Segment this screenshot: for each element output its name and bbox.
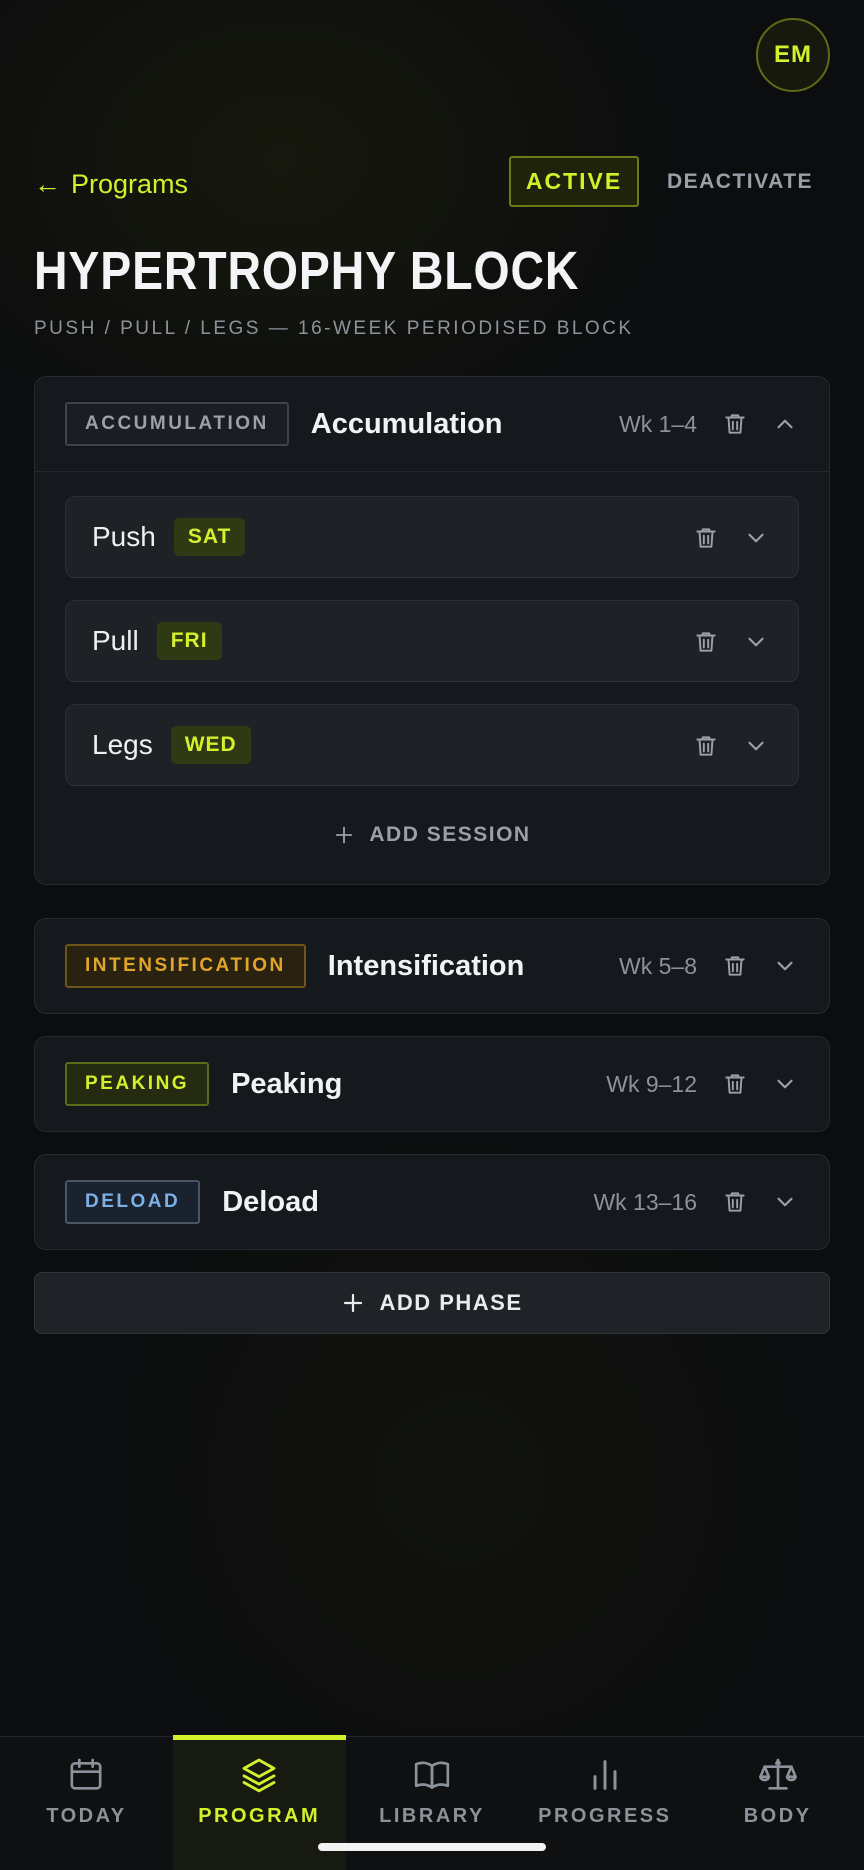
tab-body[interactable]: BODY (691, 1737, 864, 1870)
active-status-badge[interactable]: ACTIVE (509, 156, 639, 207)
delete-phase-trash-icon[interactable] (721, 952, 749, 980)
delete-session-trash-icon[interactable] (692, 628, 720, 656)
phase-tag: DELOAD (65, 1180, 201, 1224)
session-name: Push (92, 521, 156, 552)
session-name: Legs (92, 729, 153, 760)
add-phase-label: ADD PHASE (379, 1290, 523, 1315)
tab-label: TODAY (46, 1805, 127, 1827)
session-day-badge: SAT (173, 518, 246, 556)
phase-name: Accumulation (310, 407, 503, 440)
delete-phase-trash-icon[interactable] (721, 1070, 749, 1098)
session-name: Pull (92, 625, 139, 656)
expand-chevron-down-icon[interactable] (771, 1188, 799, 1216)
phase-card-peaking: PEAKING Peaking Wk 9–12 (34, 1036, 830, 1132)
scale-icon (758, 1758, 797, 1790)
home-indicator (318, 1843, 546, 1851)
back-to-programs-link[interactable]: ← Programs (34, 164, 188, 204)
phase-name: Intensification (327, 949, 525, 982)
program-subtitle: PUSH / PULL / LEGS — 16-WEEK PERIODISED … (34, 318, 634, 339)
deactivate-button[interactable]: DEACTIVATE (666, 156, 814, 207)
phase-sessions: Push SAT Pull FRI Legs WED ADD SESSION (35, 471, 829, 884)
collapse-chevron-up-icon[interactable] (771, 410, 799, 438)
phase-header[interactable]: PEAKING Peaking Wk 9–12 (35, 1037, 829, 1131)
phase-header[interactable]: ACCUMULATION Accumulation Wk 1–4 (35, 377, 829, 471)
phase-weeks: Wk 13–16 (593, 1188, 697, 1215)
plus-icon (336, 826, 353, 844)
session-row-legs[interactable]: Legs WED (65, 704, 799, 786)
plus-icon (344, 1293, 363, 1313)
phase-header[interactable]: INTENSIFICATION Intensification Wk 5–8 (35, 919, 829, 1013)
tab-today[interactable]: TODAY (0, 1737, 173, 1870)
add-session-label: ADD SESSION (369, 823, 531, 846)
phase-weeks: Wk 5–8 (619, 952, 697, 979)
phase-card-accumulation: ACCUMULATION Accumulation Wk 1–4 Push SA… (34, 376, 830, 885)
session-day-badge: FRI (156, 622, 222, 660)
user-avatar[interactable]: EM (756, 18, 830, 92)
deactivate-label: DEACTIVATE (666, 169, 814, 193)
program-title: HYPERTROPHY BLOCK (34, 241, 580, 301)
expand-chevron-down-icon[interactable] (742, 628, 770, 656)
phase-tag: PEAKING (65, 1062, 210, 1106)
phase-card-deload: DELOAD Deload Wk 13–16 (34, 1154, 830, 1250)
delete-session-trash-icon[interactable] (692, 732, 720, 760)
tab-label: PROGRAM (198, 1805, 321, 1827)
tab-label: BODY (743, 1805, 812, 1827)
calendar-icon (70, 1758, 102, 1790)
phase-weeks: Wk 9–12 (606, 1070, 697, 1097)
back-link-label: Programs (71, 168, 189, 199)
session-day-badge: WED (170, 726, 251, 764)
layers-icon (242, 1758, 276, 1793)
active-status-label: ACTIVE (525, 168, 623, 194)
bar-chart-icon (593, 1760, 617, 1790)
phase-header[interactable]: DELOAD Deload Wk 13–16 (35, 1155, 829, 1249)
book-icon (414, 1761, 450, 1789)
delete-phase-trash-icon[interactable] (721, 1188, 749, 1216)
delete-session-trash-icon[interactable] (692, 524, 720, 552)
expand-chevron-down-icon[interactable] (771, 1070, 799, 1098)
session-row-pull[interactable]: Pull FRI (65, 600, 799, 682)
phase-name: Deload (222, 1185, 319, 1218)
tab-label: PROGRESS (538, 1805, 672, 1827)
phase-weeks: Wk 1–4 (619, 410, 697, 437)
expand-chevron-down-icon[interactable] (742, 732, 770, 760)
tab-label: LIBRARY (379, 1805, 485, 1827)
phase-card-intensification: INTENSIFICATION Intensification Wk 5–8 (34, 918, 830, 1014)
phase-tag: INTENSIFICATION (65, 944, 306, 988)
session-row-push[interactable]: Push SAT (65, 496, 799, 578)
delete-phase-trash-icon[interactable] (721, 410, 749, 438)
add-session-button[interactable]: ADD SESSION (65, 808, 799, 862)
back-arrow-icon: ← (34, 168, 61, 199)
expand-chevron-down-icon[interactable] (742, 524, 770, 552)
phase-tag: ACCUMULATION (65, 402, 289, 446)
avatar-initials: EM (774, 41, 812, 68)
add-phase-button[interactable]: ADD PHASE (34, 1272, 830, 1334)
phase-name: Peaking (231, 1067, 343, 1100)
expand-chevron-down-icon[interactable] (771, 952, 799, 980)
